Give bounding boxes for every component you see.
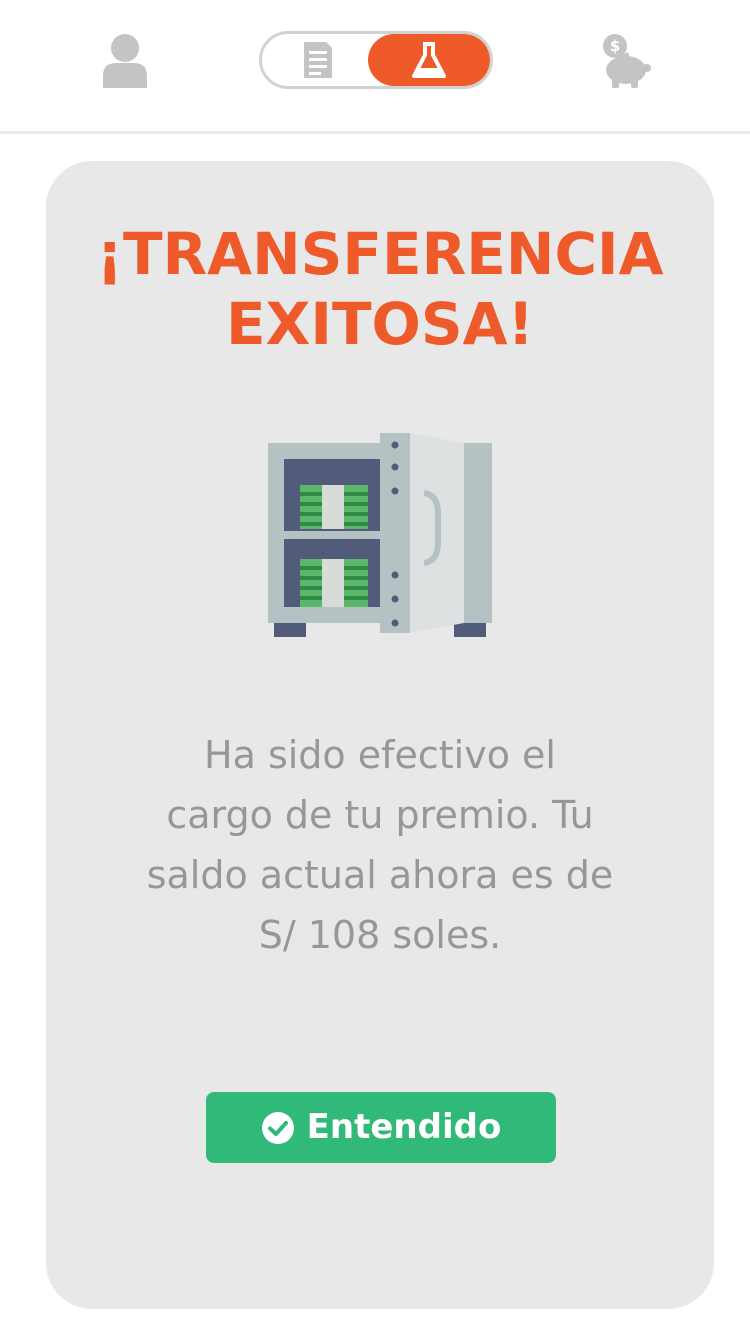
message-line-2: cargo de tu premio. Tu (166, 793, 594, 837)
svg-text:$: $ (610, 37, 620, 55)
success-dialog: ¡TRANSFERENCIA EXITOSA! Ha sido efectivo… (46, 161, 714, 1309)
understood-button-label: Entendido (306, 1107, 502, 1147)
tab-documents[interactable] (262, 34, 374, 86)
piggy-bank-icon[interactable]: $ (598, 32, 652, 88)
transfer-message: Ha sido efectivo el cargo de tu premio. … (110, 725, 650, 965)
dialog-title: ¡TRANSFERENCIA EXITOSA! (46, 219, 714, 359)
money-stack-lower (300, 559, 368, 607)
message-line-3: saldo actual ahora es de (146, 853, 614, 897)
document-icon (304, 42, 332, 78)
money-stack-upper (300, 485, 368, 529)
flask-icon (412, 42, 446, 78)
tab-flask[interactable] (368, 34, 490, 86)
message-line-1: Ha sido efectivo el (204, 733, 556, 777)
understood-button[interactable]: Entendido (206, 1092, 556, 1163)
message-line-4: S/ 108 soles. (258, 913, 502, 957)
user-profile-icon[interactable] (100, 32, 150, 88)
check-circle-icon (261, 1111, 294, 1144)
view-toggle (259, 31, 493, 89)
top-navigation-bar: $ (0, 0, 750, 134)
title-line-1: ¡TRANSFERENCIA (96, 220, 664, 288)
title-line-2: EXITOSA! (226, 290, 534, 358)
open-safe-with-money-icon (268, 433, 492, 637)
